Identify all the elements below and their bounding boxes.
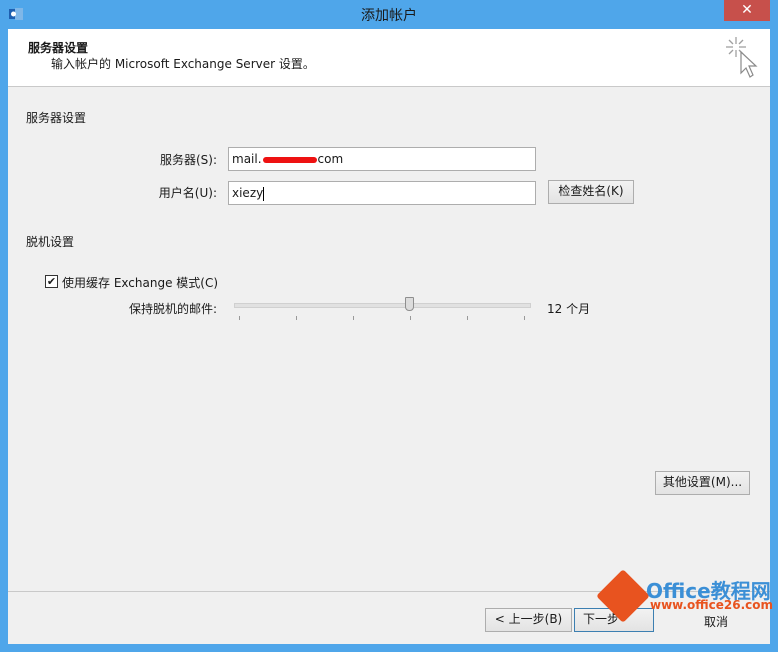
watermark-url: www.office26.com xyxy=(650,598,774,612)
slider-tick xyxy=(410,316,411,320)
window-frame: 添加帐户 ✕ 服务器设置 输入帐户的 Microsoft Exchange Se… xyxy=(0,0,778,652)
more-settings-button[interactable]: 其他设置(M)... xyxy=(655,471,750,495)
header-title: 服务器设置 xyxy=(28,41,89,55)
back-button[interactable]: < 上一步(B) xyxy=(485,608,572,632)
server-input[interactable]: mail. com xyxy=(228,147,536,171)
offline-mail-slider-track[interactable] xyxy=(234,303,531,308)
redaction-mark xyxy=(262,156,317,163)
dialog-header: 服务器设置 输入帐户的 Microsoft Exchange Server 设置… xyxy=(8,29,770,87)
cursor-sparkle-icon xyxy=(726,37,758,78)
keep-mail-value: 12 个月 xyxy=(547,302,591,316)
cached-mode-label[interactable]: 使用缓存 Exchange 模式(C) xyxy=(62,274,218,291)
offline-section-label: 脱机设置 xyxy=(26,235,75,249)
cached-mode-checkbox[interactable]: ✔ xyxy=(45,275,58,288)
dialog-body: 服务器设置 输入帐户的 Microsoft Exchange Server 设置… xyxy=(8,29,770,644)
server-value-prefix: mail. xyxy=(232,152,262,166)
check-name-button[interactable]: 检查姓名(K) xyxy=(548,180,634,204)
slider-tick xyxy=(296,316,297,320)
slider-tick xyxy=(524,316,525,320)
server-label: 服务器(S): xyxy=(159,153,217,167)
text-caret xyxy=(263,186,265,201)
header-subtitle: 输入帐户的 Microsoft Exchange Server 设置。 xyxy=(51,57,315,71)
server-section-label: 服务器设置 xyxy=(26,111,87,125)
title-bar[interactable]: 添加帐户 ✕ xyxy=(0,0,778,29)
slider-tick xyxy=(239,316,240,320)
offline-mail-slider-thumb[interactable] xyxy=(405,297,414,311)
slider-tick xyxy=(467,316,468,320)
username-input[interactable]: xiezy xyxy=(228,181,536,205)
close-button[interactable]: ✕ xyxy=(724,0,770,21)
username-label: 用户名(U): xyxy=(158,186,217,200)
server-value-suffix: com xyxy=(317,152,344,166)
username-value: xiezy xyxy=(232,186,264,200)
slider-tick xyxy=(353,316,354,320)
keep-mail-label: 保持脱机的邮件: xyxy=(129,302,218,316)
cancel-button-partial[interactable]: 取消 xyxy=(704,613,728,630)
window-title: 添加帐户 xyxy=(361,8,417,24)
